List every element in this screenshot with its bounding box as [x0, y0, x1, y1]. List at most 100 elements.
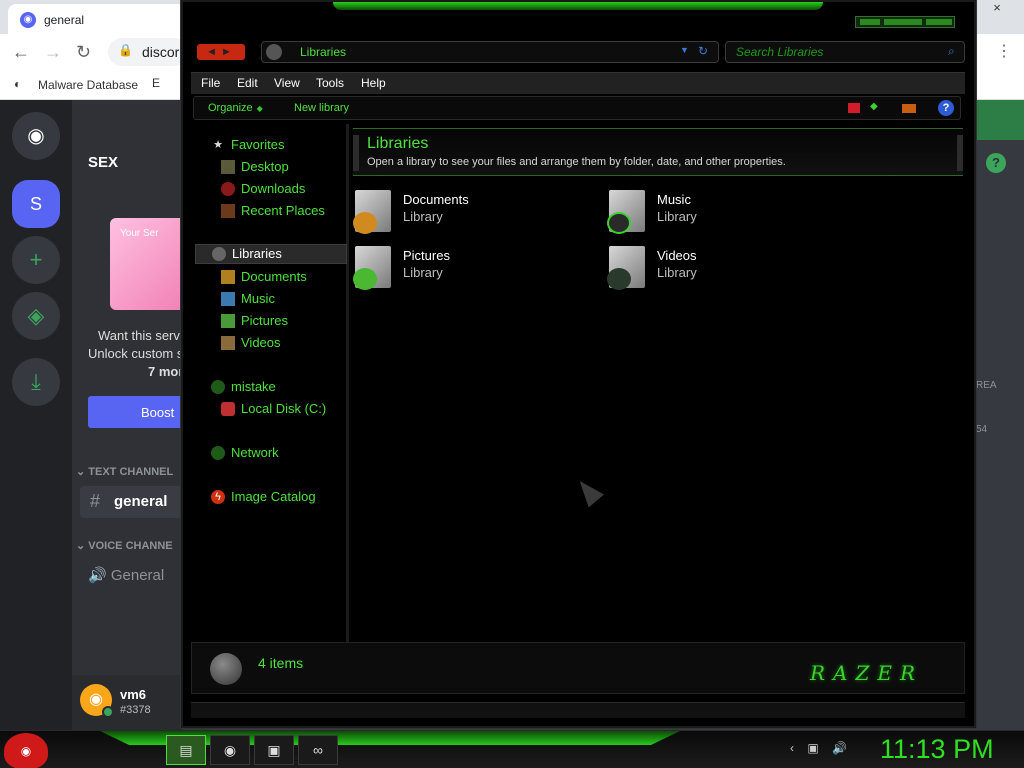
library-type: Library: [657, 265, 697, 280]
music-icon: [221, 292, 235, 306]
voice-channel-general[interactable]: 🔊 General: [88, 566, 164, 584]
taskbar-glasses-icon[interactable]: ∞: [298, 735, 338, 765]
url-text: discor: [142, 44, 180, 60]
library-name: Music: [657, 192, 691, 207]
documents-icon: [221, 270, 235, 284]
globe-icon: ◐: [14, 77, 22, 91]
close-button[interactable]: [926, 19, 952, 25]
tray-network-icon[interactable]: ▣: [807, 741, 818, 755]
boost-promo-image: Your Ser: [110, 218, 182, 310]
dropdown-icon[interactable]: ▼: [680, 45, 689, 55]
view-options-icon[interactable]: [848, 103, 860, 113]
help-icon[interactable]: ?: [986, 153, 1006, 173]
content-pane: Libraries Open a library to see your fil…: [353, 124, 965, 642]
menu-help[interactable]: Help: [361, 76, 386, 90]
address-bar[interactable]: Libraries ▼ ↻: [261, 41, 719, 63]
promo-text-2: Unlock custom s: [88, 346, 182, 361]
search-input[interactable]: Search Libraries ⌕: [725, 41, 965, 63]
user-discriminator: #3378: [120, 704, 151, 716]
window-close-button[interactable]: ×: [980, 0, 1014, 16]
tray-volume-icon[interactable]: 🔊: [832, 741, 847, 755]
right-text-2: 54: [976, 424, 988, 435]
organize-button[interactable]: Organize ◆: [208, 102, 263, 114]
preview-pane-icon[interactable]: [902, 104, 916, 113]
boost-button[interactable]: Boost: [88, 396, 182, 428]
server-icon-s[interactable]: S: [12, 180, 60, 228]
libraries-description: Open a library to see your files and arr…: [367, 156, 786, 168]
maximize-button[interactable]: [884, 19, 922, 25]
voice-channels-header[interactable]: ⌄ VOICE CHANNE: [76, 539, 173, 552]
reload-icon[interactable]: ↻: [76, 42, 91, 63]
bookmark-e[interactable]: E: [152, 76, 160, 90]
disk-icon: [221, 402, 235, 416]
status-bar: [191, 702, 965, 718]
explorer-window: ◄► Libraries ▼ ↻ Search Libraries ⌕ File…: [181, 0, 976, 728]
url-bar[interactable]: 🔒 discor: [108, 38, 188, 66]
libraries-header: Libraries Open a library to see your fil…: [353, 128, 963, 176]
back-icon[interactable]: ←: [12, 42, 30, 63]
user-name: vm6: [120, 687, 147, 702]
library-documents[interactable]: Documents Library: [353, 188, 593, 236]
menu-edit[interactable]: Edit: [237, 76, 258, 90]
clock[interactable]: 11:13 PM: [880, 734, 994, 765]
libraries-icon: [212, 247, 226, 261]
library-name: Videos: [657, 248, 697, 263]
browser-tab[interactable]: ◉ general: [8, 4, 188, 34]
homegroup-icon: [211, 380, 225, 394]
details-pane: 4 items RAZER: [191, 642, 965, 694]
text-channels-header[interactable]: ⌄ TEXT CHANNEL: [76, 465, 173, 478]
refresh-icon[interactable]: ↻: [698, 44, 708, 58]
razer-logo: RAZER: [810, 661, 924, 685]
address-text: Libraries: [300, 45, 347, 59]
menu-view[interactable]: View: [274, 76, 300, 90]
explore-compass-icon[interactable]: ◈: [12, 292, 60, 340]
taskbar-app-icon[interactable]: ▣: [254, 735, 294, 765]
discord-home-icon[interactable]: ◉: [12, 112, 60, 160]
tray-arrow-icon[interactable]: ‹: [790, 741, 794, 755]
library-music[interactable]: Music Library: [607, 188, 847, 236]
promo-title: Your Ser: [120, 228, 159, 239]
menu-tools[interactable]: Tools: [316, 76, 344, 90]
new-library-button[interactable]: New library: [294, 102, 349, 114]
header-left-cap: [353, 135, 359, 171]
more-menu-icon[interactable]: ⋮: [996, 41, 1012, 61]
discord-user-panel: ◉ vm6 #3378: [72, 675, 182, 730]
network-icon: [211, 446, 225, 460]
command-bar: Organize ◆ New library ◆ ?: [193, 96, 961, 120]
channel-general[interactable]: # general: [80, 486, 182, 518]
promo-text-1: Want this serv: [98, 328, 180, 343]
back-forward-buttons[interactable]: ◄►: [197, 44, 245, 60]
discord-channel-list: SEX Your Ser Want this serv Unlock custo…: [72, 100, 182, 730]
view-dropdown-icon[interactable]: ◆: [870, 101, 878, 112]
header-right-cap: [957, 135, 963, 171]
libraries-orb-icon: [210, 653, 242, 685]
downloads-icon: [221, 182, 235, 196]
help-icon[interactable]: ?: [938, 100, 954, 116]
taskbar-explorer-icon[interactable]: ▤: [166, 735, 206, 765]
library-pictures[interactable]: Pictures Library: [353, 244, 593, 292]
start-button[interactable]: ◉: [4, 733, 48, 768]
library-name: Pictures: [403, 248, 450, 263]
pictures-icon: [221, 314, 235, 328]
hash-icon: #: [90, 491, 101, 511]
search-icon[interactable]: ⌕: [948, 44, 955, 59]
minimize-button[interactable]: [860, 19, 880, 25]
desktop-icon: [221, 160, 235, 174]
right-text-1: REA: [976, 380, 997, 391]
music-badge-icon: [607, 212, 631, 234]
menu-file[interactable]: File: [201, 76, 220, 90]
taskbar-chrome-icon[interactable]: ◉: [210, 735, 250, 765]
nav-libraries[interactable]: Libraries: [195, 244, 347, 264]
bookmark-malware-database[interactable]: Malware Database: [38, 78, 138, 92]
library-videos[interactable]: Videos Library: [607, 244, 847, 292]
server-name[interactable]: SEX: [88, 154, 118, 171]
discord-server-list: ◉ S + ◈ ⤓: [0, 100, 72, 730]
add-server-icon[interactable]: +: [12, 236, 60, 284]
tab-title: general: [44, 13, 85, 27]
forward-icon[interactable]: →: [44, 42, 62, 63]
download-icon[interactable]: ⤓: [12, 358, 60, 406]
recent-places-icon: [221, 204, 235, 218]
taskbar: ◉ ▤ ◉ ▣ ∞ ‹ ▣ 🔊 11:13 PM: [0, 730, 1024, 768]
system-tray: ‹ ▣ 🔊: [790, 741, 857, 755]
library-type: Library: [403, 265, 443, 280]
